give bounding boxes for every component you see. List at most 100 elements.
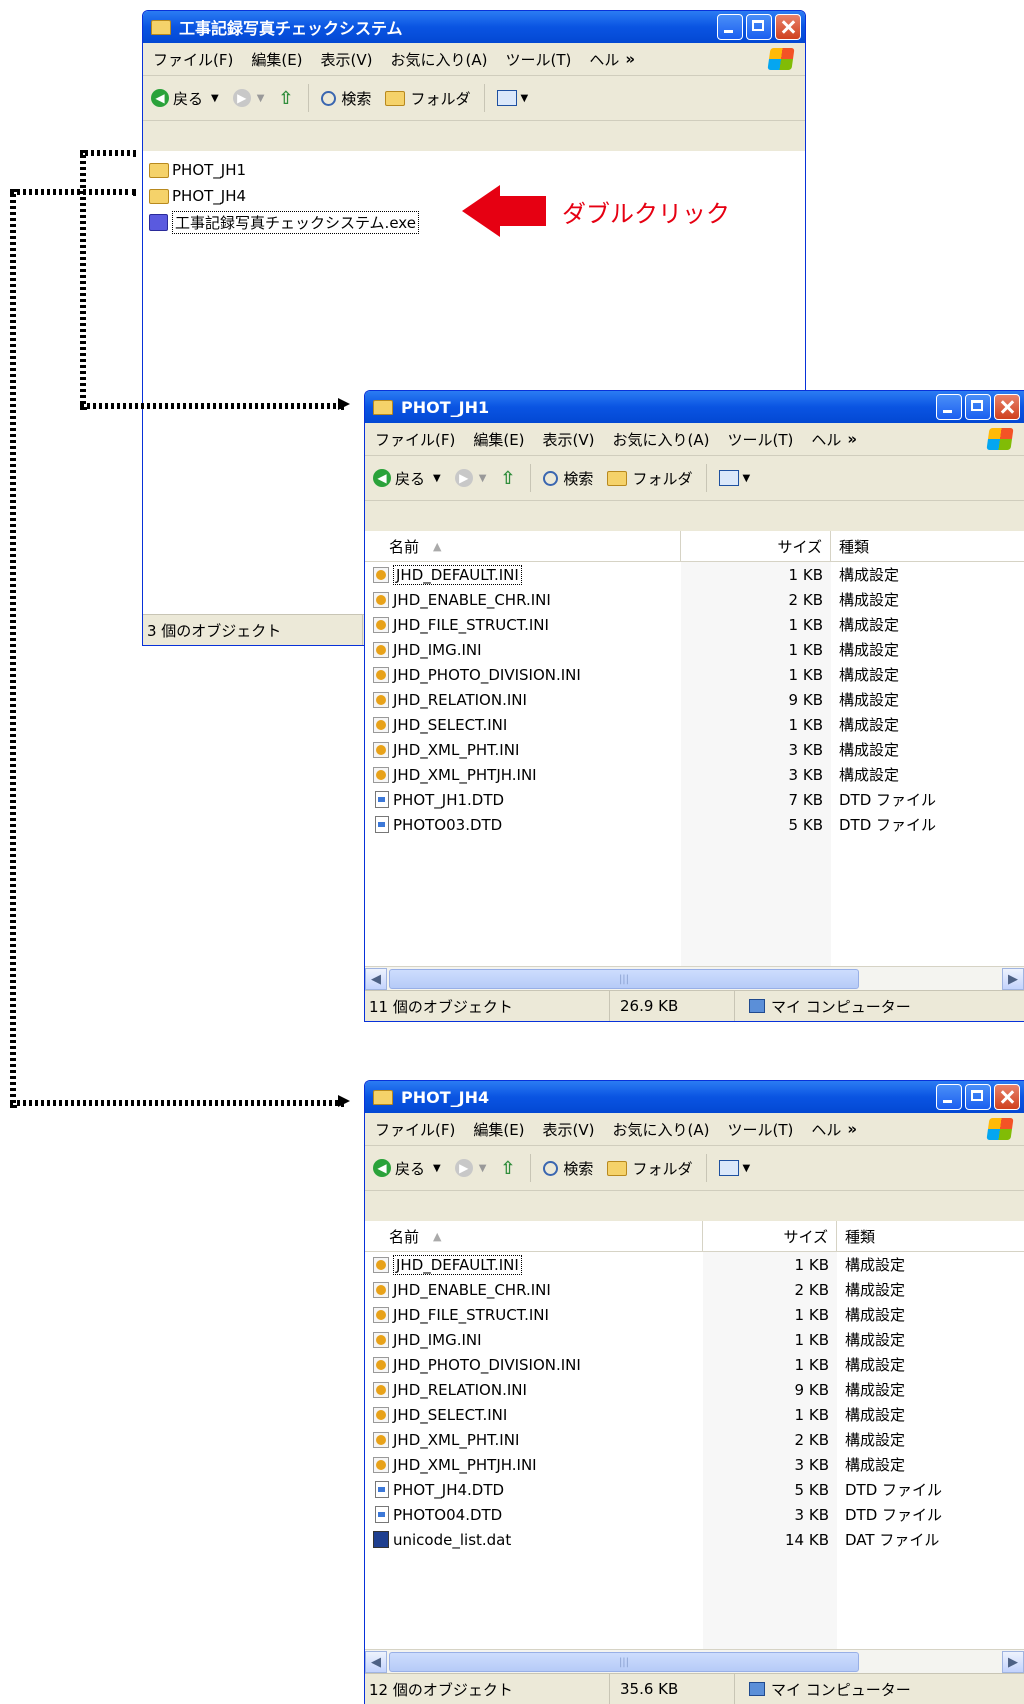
- menu-overflow-icon[interactable]: »: [625, 50, 635, 68]
- table-row[interactable]: JHD_IMG.INI 1 KB 構成設定: [365, 637, 1024, 662]
- table-row[interactable]: JHD_FILE_STRUCT.INI 1 KB 構成設定: [365, 612, 1024, 637]
- forward-button[interactable]: ▶ ▼: [232, 89, 264, 107]
- menu-help[interactable]: ヘル: [589, 49, 619, 70]
- menu-edit[interactable]: 編集(E): [473, 1119, 524, 1140]
- close-button[interactable]: [994, 1084, 1020, 1110]
- table-row[interactable]: JHD_SELECT.INI 1 KB 構成設定: [365, 1402, 1024, 1427]
- scroll-right-button[interactable]: ▶: [1002, 1651, 1024, 1673]
- column-size-header[interactable]: サイズ: [703, 1221, 837, 1251]
- table-row[interactable]: JHD_RELATION.INI 9 KB 構成設定: [365, 1377, 1024, 1402]
- back-button[interactable]: ◀ 戻る ▼: [151, 88, 219, 109]
- search-button[interactable]: 検索: [543, 468, 593, 489]
- menu-favorites[interactable]: お気に入り(A): [613, 1119, 710, 1140]
- column-size-header[interactable]: サイズ: [681, 531, 831, 561]
- folders-button[interactable]: フォルダ: [607, 1158, 692, 1179]
- close-button[interactable]: [775, 14, 801, 40]
- table-row[interactable]: JHD_IMG.INI 1 KB 構成設定: [365, 1327, 1024, 1352]
- menu-help[interactable]: ヘル: [811, 429, 841, 450]
- annotation-arrow: [462, 185, 546, 237]
- menu-tools[interactable]: ツール(T): [727, 1119, 793, 1140]
- connector-arrowhead: [338, 1095, 350, 1107]
- table-row[interactable]: PHOTO03.DTD 5 KB DTD ファイル: [365, 812, 1024, 837]
- back-button[interactable]: ◀ 戻る ▼: [373, 1158, 441, 1179]
- table-row[interactable]: JHD_XML_PHTJH.INI 3 KB 構成設定: [365, 762, 1024, 787]
- table-row[interactable]: JHD_XML_PHT.INI 2 KB 構成設定: [365, 1427, 1024, 1452]
- maximize-button[interactable]: [965, 394, 991, 420]
- scroll-left-button[interactable]: ◀: [365, 1651, 387, 1673]
- menu-view[interactable]: 表示(V): [321, 49, 373, 70]
- menu-tools[interactable]: ツール(T): [727, 429, 793, 450]
- column-type-header[interactable]: 種類: [831, 531, 1011, 561]
- table-row[interactable]: JHD_ENABLE_CHR.INI 2 KB 構成設定: [365, 587, 1024, 612]
- horizontal-scrollbar[interactable]: ◀ ||| ▶: [365, 966, 1024, 991]
- minimize-button[interactable]: [936, 394, 962, 420]
- menu-edit[interactable]: 編集(E): [473, 429, 524, 450]
- menu-view[interactable]: 表示(V): [543, 429, 595, 450]
- table-row[interactable]: JHD_DEFAULT.INI 1 KB 構成設定: [365, 562, 1024, 587]
- views-button[interactable]: ▼: [719, 1160, 750, 1176]
- scroll-left-button[interactable]: ◀: [365, 968, 387, 990]
- menu-favorites[interactable]: お気に入り(A): [613, 429, 710, 450]
- search-button[interactable]: 検索: [543, 1158, 593, 1179]
- forward-button[interactable]: ▶ ▼: [454, 1159, 486, 1177]
- menu-overflow-icon[interactable]: »: [847, 1120, 857, 1138]
- table-row[interactable]: PHOT_JH4.DTD 5 KB DTD ファイル: [365, 1477, 1024, 1502]
- menu-view[interactable]: 表示(V): [543, 1119, 595, 1140]
- minimize-button[interactable]: [717, 14, 743, 40]
- title-bar[interactable]: PHOT_JH4: [365, 1081, 1024, 1113]
- menu-tools[interactable]: ツール(T): [505, 49, 571, 70]
- table-row[interactable]: PHOT_JH1.DTD 7 KB DTD ファイル: [365, 787, 1024, 812]
- table-row[interactable]: JHD_PHOTO_DIVISION.INI 1 KB 構成設定: [365, 1352, 1024, 1377]
- column-name-header[interactable]: 名前 ▲: [365, 531, 681, 561]
- ini-file-icon: [373, 1256, 389, 1273]
- maximize-button[interactable]: [746, 14, 772, 40]
- maximize-button[interactable]: [965, 1084, 991, 1110]
- folders-button[interactable]: フォルダ: [385, 88, 470, 109]
- folders-button[interactable]: フォルダ: [607, 468, 692, 489]
- forward-button[interactable]: ▶ ▼: [454, 469, 486, 487]
- close-button[interactable]: [994, 394, 1020, 420]
- views-button[interactable]: ▼: [719, 470, 750, 486]
- table-row[interactable]: JHD_SELECT.INI 1 KB 構成設定: [365, 712, 1024, 737]
- menu-file[interactable]: ファイル(F): [375, 1119, 455, 1140]
- connector-jh4: [10, 189, 136, 195]
- scroll-right-button[interactable]: ▶: [1002, 968, 1024, 990]
- column-name-header[interactable]: 名前 ▲: [365, 1221, 703, 1251]
- table-row[interactable]: JHD_PHOTO_DIVISION.INI 1 KB 構成設定: [365, 662, 1024, 687]
- up-arrow-icon: ⇧: [500, 1157, 516, 1179]
- minimize-button[interactable]: [936, 1084, 962, 1110]
- table-row[interactable]: unicode_list.dat 14 KB DAT ファイル: [365, 1527, 1024, 1552]
- menu-bar: ファイル(F) 編集(E) 表示(V) お気に入り(A) ツール(T) ヘル »: [365, 1113, 1024, 1146]
- table-row[interactable]: JHD_XML_PHTJH.INI 3 KB 構成設定: [365, 1452, 1024, 1477]
- file-name: JHD_XML_PHTJH.INI: [393, 1455, 537, 1474]
- table-row[interactable]: JHD_ENABLE_CHR.INI 2 KB 構成設定: [365, 1277, 1024, 1302]
- file-name: JHD_XML_PHTJH.INI: [393, 765, 537, 784]
- views-button[interactable]: ▼: [497, 90, 528, 106]
- table-row[interactable]: JHD_RELATION.INI 9 KB 構成設定: [365, 687, 1024, 712]
- menu-edit[interactable]: 編集(E): [251, 49, 302, 70]
- title-bar[interactable]: 工事記録写真チェックシステム: [143, 11, 805, 43]
- menu-file[interactable]: ファイル(F): [375, 429, 455, 450]
- title-bar[interactable]: PHOT_JH1: [365, 391, 1024, 423]
- table-row[interactable]: JHD_XML_PHT.INI 3 KB 構成設定: [365, 737, 1024, 762]
- table-row[interactable]: JHD_FILE_STRUCT.INI 1 KB 構成設定: [365, 1302, 1024, 1327]
- search-button[interactable]: 検索: [321, 88, 371, 109]
- up-folder-button[interactable]: ⇧: [500, 468, 516, 489]
- scroll-thumb[interactable]: |||: [389, 969, 859, 989]
- back-button[interactable]: ◀ 戻る ▼: [373, 468, 441, 489]
- file-name: JHD_SELECT.INI: [393, 1405, 508, 1424]
- up-folder-button[interactable]: ⇧: [278, 88, 294, 109]
- scroll-thumb[interactable]: |||: [389, 1652, 859, 1672]
- menu-overflow-icon[interactable]: »: [847, 430, 857, 448]
- file-type: 構成設定: [845, 1256, 906, 1274]
- up-folder-button[interactable]: ⇧: [500, 1157, 516, 1179]
- table-row[interactable]: PHOTO04.DTD 3 KB DTD ファイル: [365, 1502, 1024, 1527]
- list-item[interactable]: PHOT_JH1: [143, 157, 805, 183]
- menu-file[interactable]: ファイル(F): [153, 49, 233, 70]
- column-type-header[interactable]: 種類: [837, 1221, 1017, 1251]
- horizontal-scrollbar[interactable]: ◀ ||| ▶: [365, 1649, 1024, 1674]
- annotation-label: ダブルクリック: [562, 200, 730, 228]
- menu-help[interactable]: ヘル: [811, 1119, 841, 1140]
- table-row[interactable]: JHD_DEFAULT.INI 1 KB 構成設定: [365, 1252, 1024, 1277]
- menu-favorites[interactable]: お気に入り(A): [391, 49, 488, 70]
